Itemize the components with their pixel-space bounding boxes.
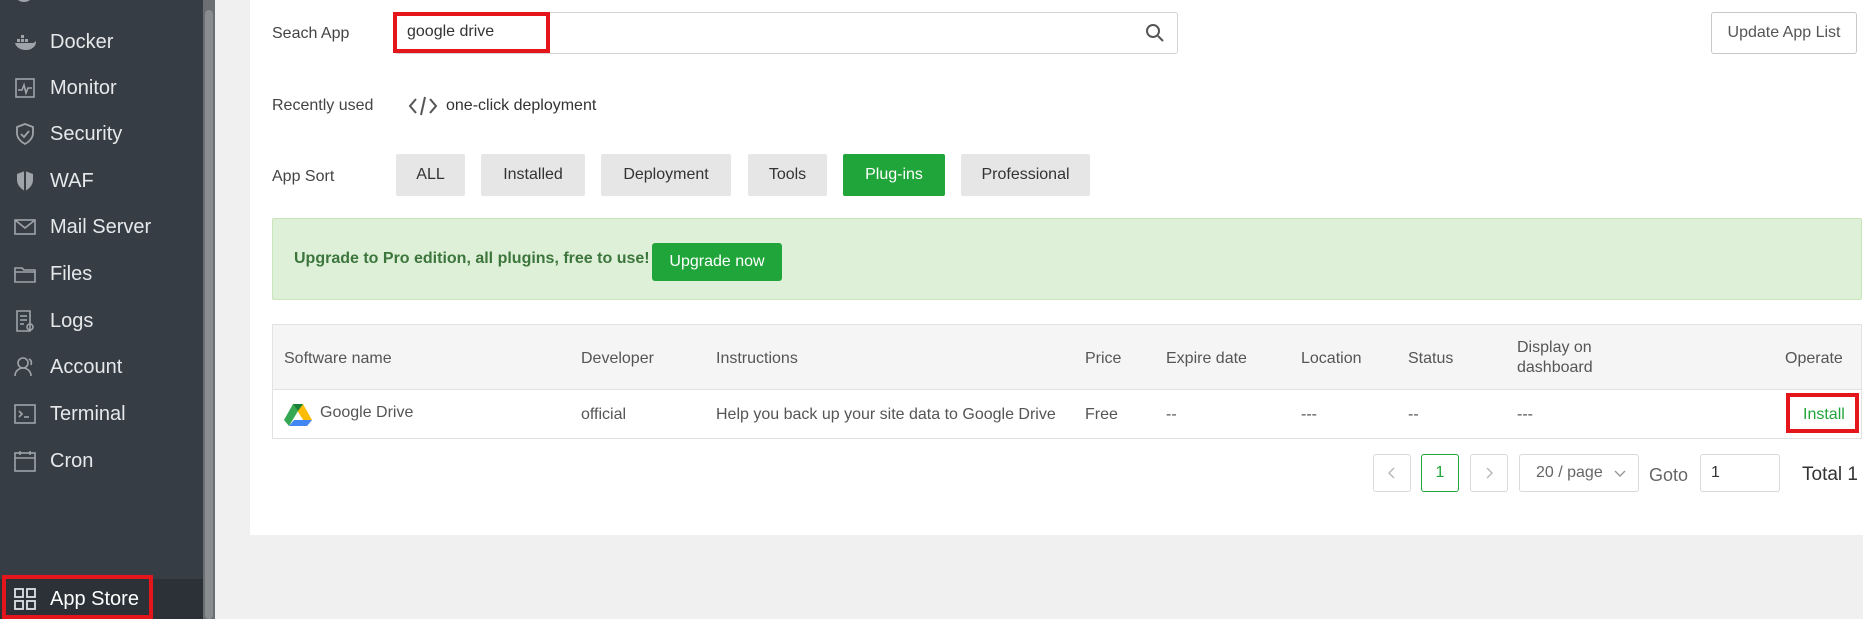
sidebar-scrollbar[interactable] [203, 0, 215, 619]
account-icon [12, 355, 38, 379]
col-price: Price [1085, 350, 1122, 367]
sidebar-item-account[interactable]: Account [0, 343, 203, 391]
table-header: Software name Developer Instructions Pri… [273, 325, 1861, 390]
sort-deployment-button[interactable]: Deployment [601, 154, 731, 196]
shield-icon [12, 122, 38, 146]
recently-used-label: Recently used [272, 97, 374, 114]
col-operate: Operate [1785, 350, 1843, 367]
search-label: Seach App [272, 25, 350, 42]
cell-location: --- [1301, 406, 1317, 423]
cell-instructions: Help you back up your site data to Googl… [716, 406, 1056, 423]
sidebar-item-docker[interactable]: Docker [0, 18, 203, 66]
cell-software-name: Google Drive [320, 404, 414, 421]
search-input[interactable] [407, 23, 1107, 41]
grid-icon [12, 587, 38, 611]
mail-icon [12, 215, 38, 239]
update-app-list-button[interactable]: Update App List [1711, 12, 1857, 54]
install-button[interactable]: Install [1803, 406, 1845, 424]
chevron-left-icon [1387, 467, 1395, 479]
goto-label: Goto [1649, 465, 1689, 485]
cell-display-on-dashboard: --- [1517, 406, 1533, 423]
recent-app-label: one-click deployment [446, 97, 597, 114]
logs-icon [12, 309, 38, 333]
col-developer: Developer [581, 350, 654, 367]
sidebar-item-security[interactable]: Security [0, 110, 203, 158]
col-expire-date: Expire date [1166, 350, 1247, 367]
sidebar-item-monitor[interactable]: Monitor [0, 64, 203, 112]
sidebar-item-label: Security [50, 122, 123, 145]
waf-shield-icon [12, 169, 38, 193]
col-software-name: Software name [284, 350, 392, 367]
search-icon[interactable] [1145, 23, 1165, 43]
sidebar-item-label: App Store [50, 587, 139, 610]
sidebar-item-label: Monitor [50, 76, 117, 99]
monitor-icon [12, 76, 38, 100]
page-size-value: 20 / page [1536, 464, 1603, 481]
sort-installed-button[interactable]: Installed [481, 154, 585, 196]
upgrade-now-button[interactable]: Upgrade now [652, 243, 782, 281]
sort-professional-button[interactable]: Professional [961, 154, 1090, 196]
sort-tools-button[interactable]: Tools [748, 154, 827, 196]
page-size-select[interactable]: 20 / page [1519, 454, 1639, 492]
col-location: Location [1301, 350, 1362, 367]
sort-all-button[interactable]: ALL [396, 154, 465, 196]
sidebar-item-cron[interactable]: Cron [0, 437, 203, 485]
sidebar-item-label: Docker [50, 30, 114, 53]
partial-menu-icon [12, 0, 36, 4]
sidebar-item-label: Files [50, 262, 93, 285]
google-drive-icon [284, 403, 312, 427]
folder-icon [12, 262, 38, 286]
upgrade-banner-text: Upgrade to Pro edition, all plugins, fre… [294, 250, 650, 267]
chevron-right-icon [1486, 467, 1494, 479]
app-sort-label: App Sort [272, 168, 335, 185]
plugins-table: Software name Developer Instructions Pri… [272, 324, 1862, 439]
sidebar-item-app-store[interactable]: App Store [0, 579, 203, 619]
upgrade-banner: Upgrade to Pro edition, all plugins, fre… [272, 218, 1862, 300]
sidebar-item-files[interactable]: Files [0, 250, 203, 298]
calendar-icon [12, 449, 38, 473]
sort-plugins-button[interactable]: Plug-ins [843, 154, 945, 196]
col-status: Status [1408, 350, 1454, 367]
sidebar-item-waf[interactable]: WAF [0, 157, 203, 205]
cell-developer: official [581, 406, 627, 423]
sidebar-item-terminal[interactable]: Terminal [0, 390, 203, 438]
col-display-on-dashboard-line1: Display on [1517, 339, 1592, 356]
sidebar-item-label: Logs [50, 309, 94, 332]
scrollbar-thumb[interactable] [205, 10, 213, 619]
cell-price: Free [1085, 406, 1118, 423]
sidebar: Docker Monitor Security WAF Mail Server … [0, 0, 215, 619]
sidebar-item-label: Terminal [50, 402, 126, 425]
cell-status: -- [1408, 406, 1419, 423]
prev-page-button[interactable] [1373, 454, 1411, 492]
chevron-down-icon [1614, 470, 1626, 477]
recent-app-link[interactable]: one-click deployment [408, 94, 596, 118]
next-page-button[interactable] [1470, 454, 1508, 492]
sidebar-item-label: Account [50, 355, 123, 378]
page-1-button[interactable]: 1 [1421, 454, 1459, 492]
cell-expire-date: -- [1166, 406, 1177, 423]
total-count: Total 1 [1802, 464, 1858, 485]
col-instructions: Instructions [716, 350, 798, 367]
terminal-icon [12, 402, 38, 426]
docker-icon [12, 30, 38, 54]
sidebar-item-label: Cron [50, 449, 94, 472]
sidebar-item-mail-server[interactable]: Mail Server [0, 203, 203, 251]
search-box[interactable] [394, 12, 1178, 54]
col-display-on-dashboard-line2: dashboard [1517, 359, 1593, 376]
sidebar-item-label: WAF [50, 169, 94, 192]
code-icon [408, 95, 438, 117]
goto-input[interactable]: 1 [1700, 454, 1780, 492]
sidebar-item-logs[interactable]: Logs [0, 297, 203, 345]
sidebar-item-label: Mail Server [50, 215, 152, 238]
